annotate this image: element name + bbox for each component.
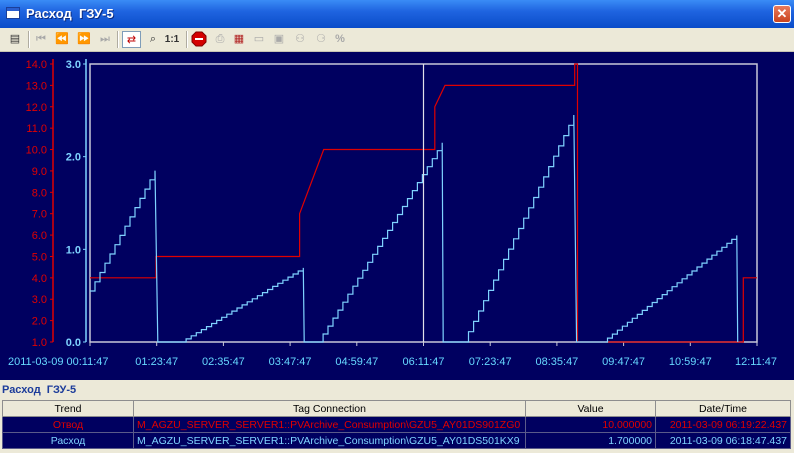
close-button[interactable]: ✕ bbox=[773, 5, 791, 23]
x-axis-tick-label: 06:11:47 bbox=[402, 356, 444, 368]
percent-button[interactable]: % bbox=[333, 31, 347, 48]
trend-chart[interactable]: 14.0 13.0 12.0 11.0 10.0 9.0 8.0 7.0 6.0 5.0 4.0 3.… bbox=[0, 52, 794, 380]
copy-icon[interactable]: ▭ bbox=[251, 31, 267, 48]
toolbar-separator bbox=[186, 31, 188, 48]
x-axis-tick-label: 09:47:47 bbox=[602, 356, 645, 368]
x-axis-tick-label: 02:35:47 bbox=[202, 356, 245, 368]
blue-axis-tick-label: 0.0 bbox=[66, 337, 81, 349]
red-axis-tick-label: 14.0 bbox=[26, 59, 47, 71]
time-scale-icon[interactable]: ⇄ bbox=[122, 31, 141, 48]
tag-cell: M_AGZU_SERVER_SERVER1::PVArchive_Consump… bbox=[133, 416, 526, 433]
datetime-cell: 2011-03-09 06:18:47.437 bbox=[655, 432, 791, 449]
window-title: Расход ГЗУ-5 bbox=[26, 6, 114, 21]
trend-panel-header: Расход ГЗУ-5 bbox=[0, 381, 794, 399]
user-icon[interactable]: ⚇ bbox=[292, 31, 308, 48]
table-row[interactable]: Расход M_AGZU_SERVER_SERVER1::PVArchive_… bbox=[2, 432, 791, 449]
red-axis-tick-label: 12.0 bbox=[26, 102, 47, 114]
trend-legend-table: Trend Tag Connection Value Date/Time Отв… bbox=[2, 400, 791, 449]
zoom-icon[interactable]: ⌕ bbox=[145, 31, 161, 48]
save-icon[interactable]: ▣ bbox=[271, 31, 287, 48]
column-header-trend[interactable]: Trend bbox=[2, 400, 134, 417]
red-axis-tick-label: 8.0 bbox=[32, 187, 47, 199]
last-page-icon[interactable]: ⏭ bbox=[98, 31, 112, 48]
red-axis-tick-label: 1.0 bbox=[32, 337, 47, 349]
red-axis-tick-label: 7.0 bbox=[32, 209, 47, 221]
window-icon bbox=[6, 7, 20, 19]
scale-1-1-button[interactable]: 1:1 bbox=[163, 31, 181, 48]
red-axis-tick-label: 5.0 bbox=[32, 251, 47, 263]
first-page-icon[interactable]: ⏮ bbox=[34, 31, 48, 48]
column-header-value[interactable]: Value bbox=[525, 400, 656, 417]
table-header-row: Trend Tag Connection Value Date/Time bbox=[2, 400, 791, 417]
red-axis-tick-label: 2.0 bbox=[32, 316, 47, 328]
datetime-cell: 2011-03-09 06:19:22.437 bbox=[655, 416, 791, 433]
blue-axis-tick-label: 1.0 bbox=[66, 244, 81, 256]
trend-panel-title: Расход ГЗУ-5 bbox=[2, 384, 77, 396]
x-axis-tick-label: 04:59:47 bbox=[335, 356, 378, 368]
red-axis-tick-label: 9.0 bbox=[32, 166, 47, 178]
x-axis-tick-label: 03:47:47 bbox=[269, 356, 312, 368]
x-axis-tick-label: 01:23:47 bbox=[135, 356, 178, 368]
title-bar[interactable]: Расход ГЗУ-5 ✕ bbox=[0, 0, 794, 28]
table-row[interactable]: Отвод M_AGZU_SERVER_SERVER1::PVArchive_C… bbox=[2, 416, 791, 433]
x-axis-tick-label: 08:35:47 bbox=[535, 356, 578, 368]
red-axis-tick-label: 10.0 bbox=[26, 145, 47, 157]
column-header-datetime[interactable]: Date/Time bbox=[655, 400, 791, 417]
user-settings-icon[interactable]: ⚆ bbox=[313, 31, 329, 48]
page-back-icon[interactable]: ⏪ bbox=[54, 31, 70, 48]
red-axis-tick-label: 3.0 bbox=[32, 294, 47, 306]
trend-name-cell: Расход bbox=[2, 432, 134, 449]
column-header-tag[interactable]: Tag Connection bbox=[133, 400, 526, 417]
red-axis-tick-label: 11.0 bbox=[26, 123, 47, 135]
blue-axis-tick-label: 3.0 bbox=[66, 59, 81, 71]
x-axis-tick-label: 2011-03-09 00:11:47 bbox=[8, 356, 109, 368]
trend-window: Расход ГЗУ-5 ✕ ▤ ⏮ ⏪ ⏩ ⏭ ⇄ ⌕ 1:1 ⎙ ▦ ▭ ▣… bbox=[0, 0, 794, 453]
red-axis-tick-label: 13.0 bbox=[26, 80, 47, 92]
x-axis-tick-label: 10:59:47 bbox=[669, 356, 712, 368]
toolbar-separator bbox=[117, 31, 119, 48]
trend-chart-svg[interactable]: 14.0 13.0 12.0 11.0 10.0 9.0 8.0 7.0 6.0 5.0 4.0 3.… bbox=[0, 52, 794, 380]
tag-cell: M_AGZU_SERVER_SERVER1::PVArchive_Consump… bbox=[133, 432, 526, 449]
close-icon: ✕ bbox=[776, 6, 788, 21]
red-axis-tick-label: 4.0 bbox=[32, 273, 47, 285]
red-axis-tick-label: 6.0 bbox=[32, 230, 47, 242]
stop-icon[interactable] bbox=[191, 31, 207, 48]
x-axis-tick-label: 12:11:47 bbox=[735, 356, 777, 368]
table-view-icon[interactable]: ▤ bbox=[6, 31, 24, 48]
toolbar-separator bbox=[28, 31, 30, 48]
value-cell: 1.700000 bbox=[525, 432, 656, 449]
export-icon[interactable]: ▦ bbox=[231, 31, 247, 48]
value-cell: 10.000000 bbox=[525, 416, 656, 433]
x-axis-tick-label: 07:23:47 bbox=[469, 356, 512, 368]
page-forward-icon[interactable]: ⏩ bbox=[76, 31, 92, 48]
print-icon[interactable]: ⎙ bbox=[212, 31, 228, 48]
blue-axis-tick-label: 2.0 bbox=[66, 152, 81, 164]
toolbar: ▤ ⏮ ⏪ ⏩ ⏭ ⇄ ⌕ 1:1 ⎙ ▦ ▭ ▣ ⚇ ⚆ % bbox=[0, 28, 794, 52]
trend-name-cell: Отвод bbox=[2, 416, 134, 433]
